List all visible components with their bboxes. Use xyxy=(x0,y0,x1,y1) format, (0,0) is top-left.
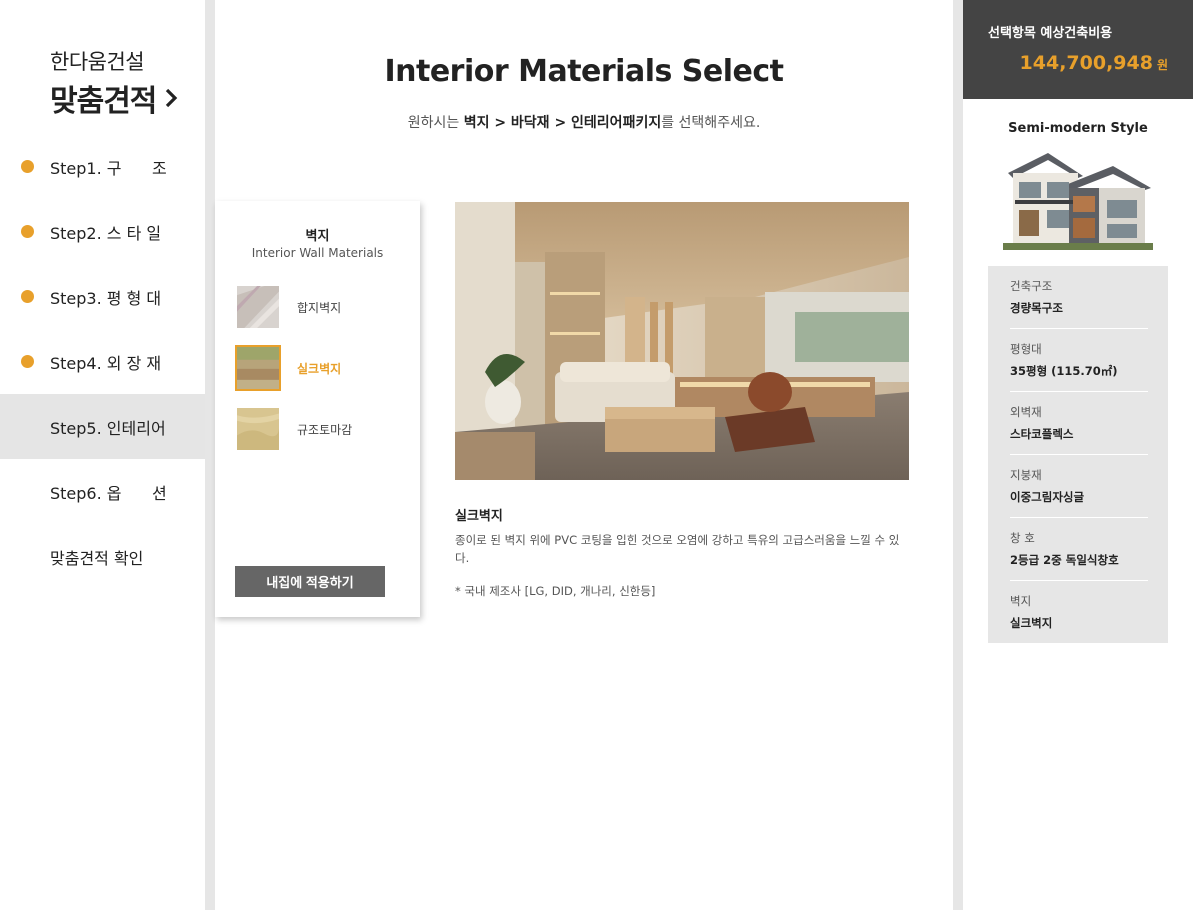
paper-wallpaper-swatch-icon xyxy=(237,286,279,328)
spec-item-roof: 지붕재이중그림자싱글 xyxy=(1010,455,1148,518)
panel-title: 벽지 xyxy=(305,229,330,244)
spec-value: 경량목구조 xyxy=(1010,301,1063,315)
divider xyxy=(953,0,963,910)
step-nav: Step1. 구 조 Step2. 스 타 일 Step3. 평 형 대 Ste… xyxy=(0,134,205,589)
step-label: 맞춤견적 확인 xyxy=(50,548,144,568)
spec-value: 실크벽지 xyxy=(1010,616,1053,630)
manufacturer-note: * 국내 제조사 [LG, DID, 개나리, 신한등] xyxy=(455,584,656,598)
step-done-dot-icon xyxy=(21,355,34,368)
main-content: Interior Materials Select 원하시는 벽지 > 바닥재 … xyxy=(215,0,953,910)
quote-title: 맞춤견적 xyxy=(50,84,157,119)
step-label: Step5. 인테리어 xyxy=(50,418,166,438)
material-name: 규조토마감 xyxy=(297,422,353,437)
chevron-right-icon xyxy=(166,88,178,108)
step-item-style[interactable]: Step2. 스 타 일 xyxy=(0,199,205,264)
spec-list: 건축구조경량목구조 평형대 35평형 (115.70㎡) 외벽재스타코플렉스 지붕… xyxy=(988,266,1168,643)
spec-label: 벽지 xyxy=(1010,594,1032,608)
step-item-structure[interactable]: Step1. 구 조 xyxy=(0,134,205,199)
material-description: 실크벽지 종이로 된 벽지 위에 PVC 코팅을 입힌 것으로 오염에 강하고 … xyxy=(455,505,910,599)
house-preview-image xyxy=(1003,153,1153,250)
spec-item-window: 창 호 2등급 2중 독일식창호 xyxy=(1010,518,1148,581)
spec-value: 35평형 (115.70㎡) xyxy=(1010,364,1118,378)
subtitle-path: 벽지 > 바닥재 > 인테리어패키지 xyxy=(463,115,662,131)
silk-wallpaper-swatch-icon xyxy=(235,345,281,391)
quote-title-link[interactable]: 맞춤견적 xyxy=(50,76,178,120)
page-title: Interior Materials Select xyxy=(384,54,784,89)
step-item-size[interactable]: Step3. 평 형 대 xyxy=(0,264,205,329)
step-done-dot-icon xyxy=(21,160,34,173)
cost-label: 선택항목 예상건축비용 xyxy=(988,26,1113,41)
spec-label: 건축구조 xyxy=(1010,279,1053,293)
material-option-diatomite[interactable]: 규조토마감 xyxy=(235,405,405,453)
material-option-paper[interactable]: 합지벽지 xyxy=(235,283,405,331)
spec-item-exterior: 외벽재스타코플렉스 xyxy=(1010,392,1148,455)
interior-preview-image xyxy=(455,202,909,480)
spec-value: 이중그림자싱글 xyxy=(1010,490,1085,504)
spec-value: 스타코플렉스 xyxy=(1010,427,1074,441)
brand: 한다움건설 맞춤견적 xyxy=(50,46,178,120)
step-item-interior[interactable]: Step5. 인테리어 xyxy=(0,394,205,459)
divider xyxy=(205,0,215,910)
material-name: 실크벽지 xyxy=(297,361,342,376)
spec-label: 평형대 xyxy=(1010,342,1042,356)
step-item-confirm[interactable]: 맞춤견적 확인 xyxy=(0,524,205,589)
spec-label: 지붕재 xyxy=(1010,468,1042,482)
description-text: 종이로 된 벽지 위에 PVC 코팅을 입힌 것으로 오염에 강하고 특유의 고… xyxy=(455,533,900,565)
subtitle-prefix: 원하시는 xyxy=(407,115,464,131)
material-panel: 벽지 Interior Wall Materials 합지벽지 실크벽지 규조토… xyxy=(215,201,420,617)
step-item-exterior[interactable]: Step4. 외 장 재 xyxy=(0,329,205,394)
apply-to-home-button[interactable]: 내집에 적용하기 xyxy=(235,566,385,597)
step-label: Step1. 구 조 xyxy=(50,158,167,178)
spec-item-wallpaper: 벽지실크벽지 xyxy=(1010,581,1148,644)
cost-value-row: 144,700,948 원 xyxy=(1020,52,1168,74)
material-option-silk[interactable]: 실크벽지 xyxy=(235,344,405,392)
step-done-dot-icon xyxy=(21,225,34,238)
spec-label: 외벽재 xyxy=(1010,405,1042,419)
company-name: 한다움건설 xyxy=(50,50,145,74)
style-name: Semi-modern Style xyxy=(1008,121,1148,136)
panel-subtitle: Interior Wall Materials xyxy=(251,246,384,260)
material-name: 합지벽지 xyxy=(297,300,342,315)
step-item-options[interactable]: Step6. 옵 션 xyxy=(0,459,205,524)
cost-unit: 원 xyxy=(1156,58,1168,72)
page-subtitle: 원하시는 벽지 > 바닥재 > 인테리어패키지를 선택해주세요. xyxy=(215,112,953,132)
step-label: Step2. 스 타 일 xyxy=(50,223,162,243)
spec-item-structure: 건축구조경량목구조 xyxy=(1010,266,1148,329)
sidebar: 한다움건설 맞춤견적 Step1. 구 조 Step2. 스 타 일 Step3… xyxy=(0,0,205,910)
spec-item-size: 평형대 35평형 (115.70㎡) xyxy=(1010,329,1148,392)
step-label: Step4. 외 장 재 xyxy=(50,353,162,373)
summary-panel: 선택항목 예상건축비용 144,700,948 원 Semi-modern Sty… xyxy=(963,0,1193,910)
step-done-dot-icon xyxy=(21,290,34,303)
estimated-cost-box: 선택항목 예상건축비용 144,700,948 원 xyxy=(963,0,1193,99)
step-label: Step3. 평 형 대 xyxy=(50,288,162,308)
spec-value: 2등급 2중 독일식창호 xyxy=(1010,553,1119,567)
cost-value: 144,700,948 xyxy=(1019,52,1153,74)
spec-label: 창 호 xyxy=(1010,531,1035,545)
description-title: 실크벽지 xyxy=(455,509,503,524)
diatomite-swatch-icon xyxy=(237,408,279,450)
subtitle-suffix: 를 선택해주세요. xyxy=(661,115,761,131)
step-label: Step6. 옵 션 xyxy=(50,483,167,503)
